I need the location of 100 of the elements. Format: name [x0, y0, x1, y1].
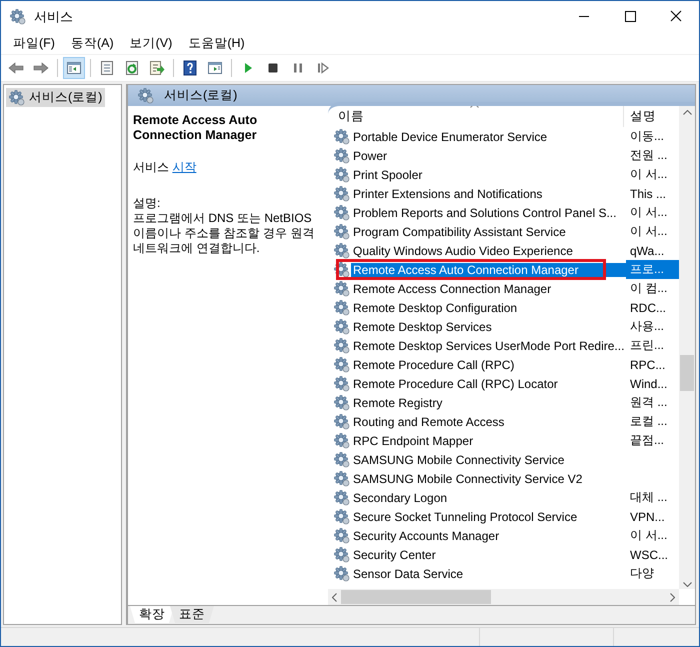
menu-item[interactable]: 보기(V)	[122, 32, 180, 54]
service-name: Print Spooler	[352, 168, 424, 182]
service-row[interactable]: Remote Registry 원격 ...	[334, 393, 679, 412]
scroll-thumb[interactable]	[680, 355, 694, 391]
scroll-right-icon	[670, 592, 675, 602]
start-link[interactable]: 시작	[172, 160, 196, 174]
service-row[interactable]: Remote Procedure Call (RPC) RPC...	[334, 355, 679, 374]
service-row[interactable]: Remote Access Auto Connection Manager 프로...	[334, 260, 679, 279]
menu-item[interactable]: 도움말(H)	[180, 32, 253, 54]
back-arrow-icon	[8, 60, 24, 76]
service-name: Security Accounts Manager	[352, 528, 500, 542]
service-row[interactable]: SAMSUNG Mobile Connectivity Service V2	[334, 469, 679, 488]
service-row[interactable]: Sensor Data Service 다양	[334, 564, 679, 583]
service-row[interactable]: Print Spooler 이 서...	[334, 165, 679, 184]
pane-title: 서비스(로컬)	[164, 87, 238, 104]
action-label: 서비스	[133, 160, 169, 174]
service-icon	[334, 318, 350, 334]
service-row[interactable]: SAMSUNG Mobile Connectivity Service	[334, 450, 679, 469]
service-icon	[334, 528, 350, 544]
service-description-cell-text: 다양	[629, 565, 655, 582]
resume-icon	[315, 60, 331, 76]
service-description-cell-text: 이동...	[629, 128, 666, 145]
refresh-icon	[124, 60, 140, 76]
service-row[interactable]: Secure Socket Tunneling Protocol Service VPN...	[334, 507, 679, 526]
services-icon	[9, 90, 25, 106]
service-description-cell-text: 로컬 ...	[629, 413, 668, 430]
service-row[interactable]: Power 전원 ...	[334, 146, 679, 165]
service-icon	[334, 224, 350, 240]
service-icon	[334, 204, 350, 220]
service-name: Quality Windows Audio Video Experience	[352, 244, 574, 258]
service-name: Remote Desktop Services UserMode Port Redire...	[352, 338, 626, 352]
service-icon	[334, 452, 350, 468]
service-description-cell: 프로...	[626, 260, 679, 279]
service-row[interactable]: Program Compatibility Assistant Service 이 서...	[334, 222, 679, 241]
window-title: 서비스	[34, 8, 74, 26]
service-description-cell-text: 원격 ...	[629, 394, 668, 411]
service-icon	[334, 356, 350, 372]
service-name: Sensor Data Service	[352, 566, 464, 580]
service-icon	[334, 128, 350, 144]
services-icon	[138, 88, 154, 104]
service-description-cell-text: RPC...	[629, 358, 666, 372]
service-icon	[334, 280, 350, 296]
tree-item[interactable]: 서비스(로컬)	[6, 88, 106, 107]
service-name: Security Center	[352, 548, 437, 562]
scroll-up-icon	[682, 110, 692, 115]
column-header[interactable]: 이름	[334, 106, 624, 127]
vertical-scrollbar[interactable]	[679, 106, 695, 589]
service-icon	[334, 376, 350, 392]
view-tab[interactable]: 확장	[130, 606, 174, 623]
service-icon	[334, 508, 350, 524]
pane-toggle-icon	[66, 60, 82, 76]
service-icon	[334, 546, 350, 562]
service-icon	[334, 148, 350, 164]
service-icon	[334, 432, 350, 448]
service-description-cell-text: RDC...	[629, 300, 667, 314]
service-description-cell-text: This ...	[629, 186, 668, 200]
service-description-cell-text: 전원 ...	[629, 147, 668, 164]
service-description-cell-text: VPN...	[629, 510, 666, 524]
service-row[interactable]: Remote Access Connection Manager 이 컴...	[334, 279, 679, 298]
menu-item[interactable]: 동작(A)	[62, 32, 122, 54]
service-name: Remote Access Connection Manager	[352, 282, 552, 296]
horizontal-scrollbar[interactable]	[328, 589, 679, 605]
service-icon	[334, 186, 350, 202]
service-description-cell-text: 이 서...	[629, 527, 668, 544]
service-row[interactable]: Remote Desktop Services 사용...	[334, 317, 679, 336]
service-name: Remote Desktop Services	[352, 320, 493, 334]
service-row[interactable]: Problem Reports and Solutions Control Panel S... 이 서...	[334, 203, 679, 222]
service-row[interactable]: RPC Endpoint Mapper 끝점...	[334, 431, 679, 450]
service-name: Remote Procedure Call (RPC) Locator	[352, 376, 559, 390]
description-label: 설명:	[133, 196, 162, 211]
properties-icon	[99, 60, 115, 76]
service-name: Secondary Logon	[352, 490, 448, 504]
service-name: Remote Desktop Configuration	[352, 300, 518, 314]
service-name: Program Compatibility Assistant Service	[352, 224, 567, 238]
view-tab[interactable]: 표준	[170, 606, 214, 623]
service-row[interactable]: Remote Procedure Call (RPC) Locator Wind...	[334, 374, 679, 393]
service-row[interactable]: Secondary Logon 대체 ...	[334, 488, 679, 507]
service-row[interactable]: Quality Windows Audio Video Experience qWa...	[334, 241, 679, 260]
service-icon	[334, 166, 350, 182]
service-icon	[334, 566, 350, 582]
app-icon	[10, 8, 26, 24]
service-description-cell-text: 대체 ...	[629, 489, 668, 506]
service-icon	[334, 300, 350, 316]
service-row[interactable]: Security Center WSC...	[334, 545, 679, 564]
service-row[interactable]: Routing and Remote Access 로컬 ...	[334, 412, 679, 431]
service-description-cell-text: 프린...	[629, 337, 666, 354]
service-row[interactable]: Remote Desktop Configuration RDC...	[334, 298, 679, 317]
service-description-cell-text: qWa...	[629, 244, 666, 258]
column-header[interactable]: 설명	[624, 108, 656, 125]
scroll-thumb[interactable]	[341, 590, 491, 604]
service-row[interactable]: Security Accounts Manager 이 서...	[334, 526, 679, 545]
service-row[interactable]: Printer Extensions and Notifications This ...	[334, 184, 679, 203]
service-description-cell-text: 이 컴...	[629, 280, 668, 297]
view-pane-icon	[207, 60, 223, 76]
service-row[interactable]: Portable Device Enumerator Service 이동...	[334, 127, 679, 146]
menu-item[interactable]: 파일(F)	[5, 32, 63, 54]
service-name: Remote Procedure Call (RPC)	[352, 358, 516, 372]
service-name: Remote Registry	[352, 396, 444, 410]
service-row[interactable]: Remote Desktop Services UserMode Port Redire... 프린...	[334, 336, 679, 355]
service-name: Printer Extensions and Notifications	[352, 186, 544, 200]
